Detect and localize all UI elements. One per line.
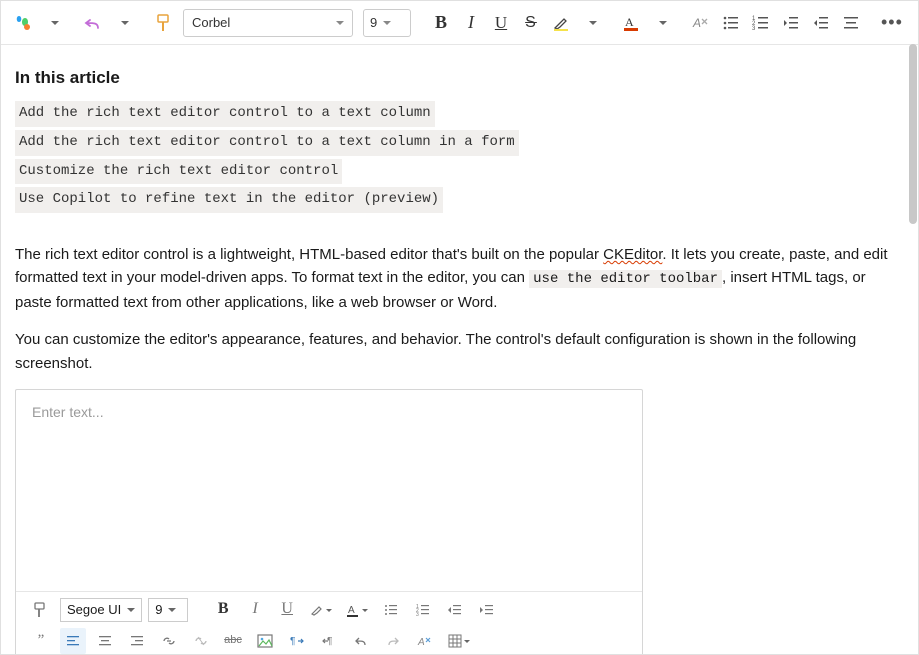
decrease-indent-button[interactable]: [442, 597, 468, 623]
bold-button[interactable]: B: [210, 597, 236, 623]
editor-content[interactable]: In this article Add the rich text editor…: [1, 45, 918, 654]
copilot-dropdown[interactable]: [39, 8, 67, 38]
redo-button[interactable]: [380, 628, 406, 654]
font-size-select[interactable]: 9: [363, 9, 411, 37]
font-color-button[interactable]: A: [342, 597, 372, 623]
strikethrough-button[interactable]: abc: [220, 628, 246, 654]
highlight-button[interactable]: [306, 597, 336, 623]
svg-text:¶: ¶: [290, 636, 295, 647]
svg-text:A: A: [625, 15, 634, 29]
spelling-error: CKEditor: [603, 246, 662, 263]
preview-font-select[interactable]: Segoe UI: [60, 598, 142, 622]
format-painter-icon[interactable]: [28, 597, 54, 623]
bold-button[interactable]: B: [427, 8, 455, 38]
rtl-button[interactable]: ¶: [316, 628, 342, 654]
numbered-list-button[interactable]: 123: [410, 597, 436, 623]
increase-indent-button[interactable]: [474, 597, 500, 623]
font-color-dropdown[interactable]: [647, 8, 675, 38]
undo-dropdown[interactable]: [109, 8, 137, 38]
toc-item[interactable]: Add the rich text editor control to a te…: [15, 130, 519, 156]
preview-size-select[interactable]: 9: [148, 598, 188, 622]
unlink-button[interactable]: [188, 628, 214, 654]
svg-text:A: A: [417, 637, 425, 648]
undo-button[interactable]: [348, 628, 374, 654]
svg-text:3: 3: [752, 26, 756, 32]
chevron-down-icon: [127, 600, 135, 620]
svg-text:3: 3: [416, 612, 419, 617]
link-button[interactable]: [156, 628, 182, 654]
chevron-down-icon: [336, 15, 344, 30]
paragraph: You can customize the editor's appearanc…: [15, 328, 902, 375]
bullet-list-button[interactable]: [378, 597, 404, 623]
placeholder-text: Enter text...: [32, 402, 104, 424]
toc-header: In this article: [15, 65, 902, 91]
toc-item[interactable]: Add the rich text editor control to a te…: [15, 101, 435, 127]
align-center-button[interactable]: [92, 628, 118, 654]
ltr-button[interactable]: ¶: [284, 628, 310, 654]
chevron-down-icon: [168, 600, 176, 620]
font-family-value: Corbel: [192, 15, 230, 30]
decrease-indent-button[interactable]: [777, 8, 805, 38]
format-painter-icon[interactable]: [149, 8, 177, 38]
underline-button[interactable]: U: [487, 8, 515, 38]
undo-button[interactable]: [79, 8, 107, 38]
paragraph: The rich text editor control is a lightw…: [15, 243, 902, 314]
highlight-button[interactable]: [547, 8, 575, 38]
italic-button[interactable]: I: [242, 597, 268, 623]
underline-button[interactable]: U: [274, 597, 300, 623]
toc-list: Add the rich text editor control to a te…: [15, 101, 902, 213]
numbered-list-button[interactable]: 123: [747, 8, 775, 38]
italic-button[interactable]: I: [457, 8, 485, 38]
highlight-dropdown[interactable]: [577, 8, 605, 38]
font-color-button[interactable]: A: [617, 8, 645, 38]
strikethrough-button[interactable]: S: [517, 8, 545, 38]
svg-text:A: A: [692, 16, 701, 30]
align-right-button[interactable]: [124, 628, 150, 654]
clear-formatting-button[interactable]: A: [412, 628, 438, 654]
align-button[interactable]: [837, 8, 865, 38]
image-button[interactable]: [252, 628, 278, 654]
inline-code: use the editor toolbar: [529, 270, 722, 288]
toc-item[interactable]: Use Copilot to refine text in the editor…: [15, 187, 443, 213]
align-left-button[interactable]: [60, 628, 86, 654]
preview-toolbar: Segoe UI 9 B I U A: [16, 591, 642, 654]
svg-text:A: A: [348, 605, 355, 616]
increase-indent-button[interactable]: [807, 8, 835, 38]
blockquote-button[interactable]: ”: [28, 628, 54, 654]
bullet-list-button[interactable]: [717, 8, 745, 38]
copilot-icon[interactable]: [9, 8, 37, 38]
clear-formatting-button[interactable]: A: [687, 8, 715, 38]
scrollbar-thumb[interactable]: [909, 44, 917, 224]
font-size-value: 9: [370, 15, 377, 30]
table-button[interactable]: [444, 628, 474, 654]
more-button[interactable]: •••: [877, 8, 907, 38]
chevron-down-icon: [383, 15, 391, 30]
font-family-select[interactable]: Corbel: [183, 9, 353, 37]
toc-item[interactable]: Customize the rich text editor control: [15, 159, 342, 185]
editor-preview-screenshot: Enter text... Segoe UI 9 B I U: [15, 389, 643, 654]
main-toolbar: Corbel 9 B I U S A A 123 •••: [1, 1, 918, 45]
